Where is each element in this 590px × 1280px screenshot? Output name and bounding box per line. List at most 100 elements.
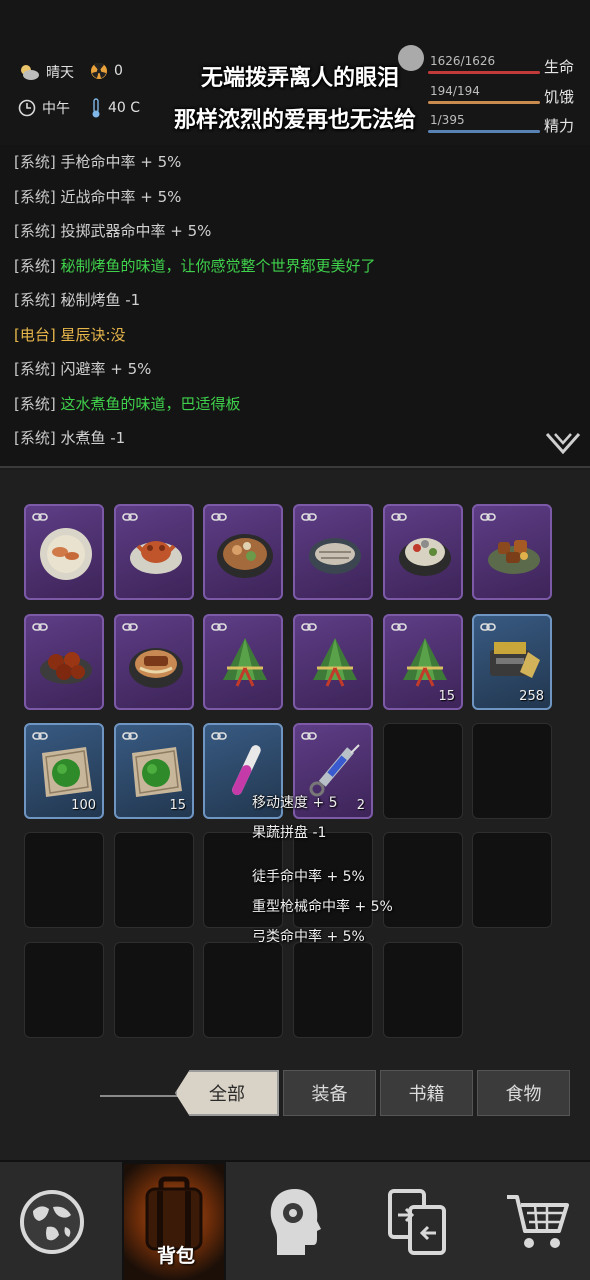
- status-bar: 晴天 0 中午 40 C 1626/1626 生命 194/194 饥饿 1/3…: [0, 0, 590, 145]
- effect-line: 移动速度 + 5: [252, 795, 338, 811]
- link-icon: [301, 732, 317, 740]
- link-icon: [32, 623, 48, 631]
- noodle-pot-icon: [129, 648, 183, 688]
- grilled-fish-icon: [309, 538, 361, 574]
- link-icon: [211, 623, 227, 631]
- log-line: [系统] 闪避率 + 5%: [14, 358, 151, 379]
- message-log[interactable]: [系统] 手枪命中率 + 5% [系统] 近战命中率 + 5% [系统] 投掷武器命…: [0, 145, 590, 468]
- lyric-line-1: 无端拨弄离人的眼泪: [200, 66, 399, 91]
- log-line: [系统] 秘制烤鱼的味道，让你感觉整个世界都更美好了: [14, 255, 376, 276]
- log-line: [系统] 这水煮鱼的味道，巴适得板: [14, 393, 241, 414]
- log-tag: [电台]: [14, 325, 56, 344]
- nav-shop[interactable]: [486, 1162, 590, 1280]
- log-line: [系统] 手枪命中率 + 5%: [14, 151, 181, 172]
- log-tag: [系统]: [14, 256, 56, 275]
- inventory-slot[interactable]: [383, 504, 463, 600]
- inventory-slot[interactable]: 258: [472, 614, 552, 710]
- bottom-nav: 背包: [0, 1160, 590, 1280]
- link-icon: [211, 732, 227, 740]
- tab-books[interactable]: 书籍: [380, 1070, 473, 1116]
- tab-equipment[interactable]: 装备: [283, 1070, 376, 1116]
- inventory-slot[interactable]: [293, 614, 373, 710]
- empty-slot[interactable]: [383, 942, 463, 1038]
- empty-slot[interactable]: [203, 942, 283, 1038]
- log-line: [系统] 秘制烤鱼 -1: [14, 289, 140, 310]
- link-icon: [480, 623, 496, 631]
- inventory-slot[interactable]: 100: [24, 723, 104, 819]
- herb-paste-icon: [132, 747, 182, 797]
- link-icon: [301, 513, 317, 521]
- inventory-slot[interactable]: [114, 504, 194, 600]
- log-message: 水煮鱼 -1: [60, 429, 126, 447]
- item-count: 2: [356, 798, 365, 813]
- boiled-fish-icon: [399, 538, 451, 576]
- log-message: 投掷武器命中率 + 5%: [60, 222, 212, 240]
- head-gear-icon: [270, 1189, 321, 1255]
- empty-slot[interactable]: [383, 723, 463, 819]
- link-icon: [391, 623, 407, 631]
- inventory-slot[interactable]: [203, 504, 283, 600]
- item-count: 258: [519, 689, 544, 704]
- link-icon: [122, 623, 138, 631]
- inventory-slot[interactable]: 15: [383, 614, 463, 710]
- empty-slot[interactable]: [24, 832, 104, 928]
- nav-backpack[interactable]: 背包: [122, 1162, 226, 1280]
- inventory-slot[interactable]: [24, 504, 104, 600]
- link-icon: [32, 513, 48, 521]
- tab-all[interactable]: 全部: [175, 1070, 279, 1116]
- empty-slot[interactable]: [114, 832, 194, 928]
- effect-line: 重型枪械命中率 + 5%: [252, 899, 393, 915]
- link-icon: [122, 513, 138, 521]
- chevron-down-icon[interactable]: [545, 432, 581, 456]
- log-tag: [系统]: [14, 153, 56, 171]
- nav-skills[interactable]: [243, 1162, 347, 1280]
- effect-line: 徒手命中率 + 5%: [252, 869, 365, 885]
- tab-divider: [100, 1095, 180, 1097]
- nav-backpack-label: 背包: [156, 1245, 195, 1267]
- effect-line: 果蔬拼盘 -1: [252, 825, 327, 841]
- log-message: 闪避率 + 5%: [60, 360, 152, 378]
- nav-trade[interactable]: [365, 1162, 469, 1280]
- empty-slot[interactable]: [293, 942, 373, 1038]
- inventory-slot[interactable]: [203, 614, 283, 710]
- empty-slot[interactable]: [472, 832, 552, 928]
- log-tag: [系统]: [14, 360, 56, 378]
- log-tag: [系统]: [14, 291, 56, 309]
- exchange-icon: [388, 1189, 446, 1255]
- log-message: 这水煮鱼的味道，巴适得板: [60, 394, 241, 413]
- empty-slot[interactable]: [114, 942, 194, 1038]
- nav-map[interactable]: [0, 1162, 104, 1280]
- log-line: [系统] 近战命中率 + 5%: [14, 186, 181, 207]
- log-line: [系统] 投掷武器命中率 + 5%: [14, 220, 211, 241]
- cart-icon: [507, 1195, 569, 1248]
- fish-soup-icon: [40, 528, 92, 580]
- inventory-slot[interactable]: [24, 614, 104, 710]
- ammo-box-icon: [490, 642, 540, 678]
- globe-icon: [20, 1190, 84, 1254]
- link-icon: [122, 732, 138, 740]
- log-tag: [系统]: [14, 429, 56, 447]
- tab-food[interactable]: 食物: [477, 1070, 570, 1116]
- inventory-slot[interactable]: [114, 614, 194, 710]
- link-icon: [32, 732, 48, 740]
- log-tag: [系统]: [14, 222, 56, 240]
- crab-dish-icon: [130, 541, 182, 574]
- lyric-line-2: 那样浓烈的爱再也无法给: [173, 108, 416, 133]
- log-message: 星辰诀:没: [60, 325, 126, 344]
- log-line: [系统] 水煮鱼 -1: [14, 427, 125, 448]
- inventory-slot[interactable]: [472, 504, 552, 600]
- link-icon: [211, 513, 227, 521]
- category-tabs: 全部 装备 书籍 食物: [0, 1068, 590, 1122]
- empty-slot[interactable]: [383, 832, 463, 928]
- item-count: 100: [71, 798, 96, 813]
- herb-paste-icon: [42, 747, 92, 797]
- inventory-slot[interactable]: [293, 504, 373, 600]
- item-count: 15: [169, 798, 186, 813]
- empty-slot[interactable]: [472, 723, 552, 819]
- zongzi-icon: [313, 638, 357, 687]
- link-icon: [480, 513, 496, 521]
- empty-slot[interactable]: [24, 942, 104, 1038]
- log-tag: [系统]: [14, 394, 56, 413]
- inventory-slot[interactable]: 15: [114, 723, 194, 819]
- log-tag: [系统]: [14, 187, 56, 206]
